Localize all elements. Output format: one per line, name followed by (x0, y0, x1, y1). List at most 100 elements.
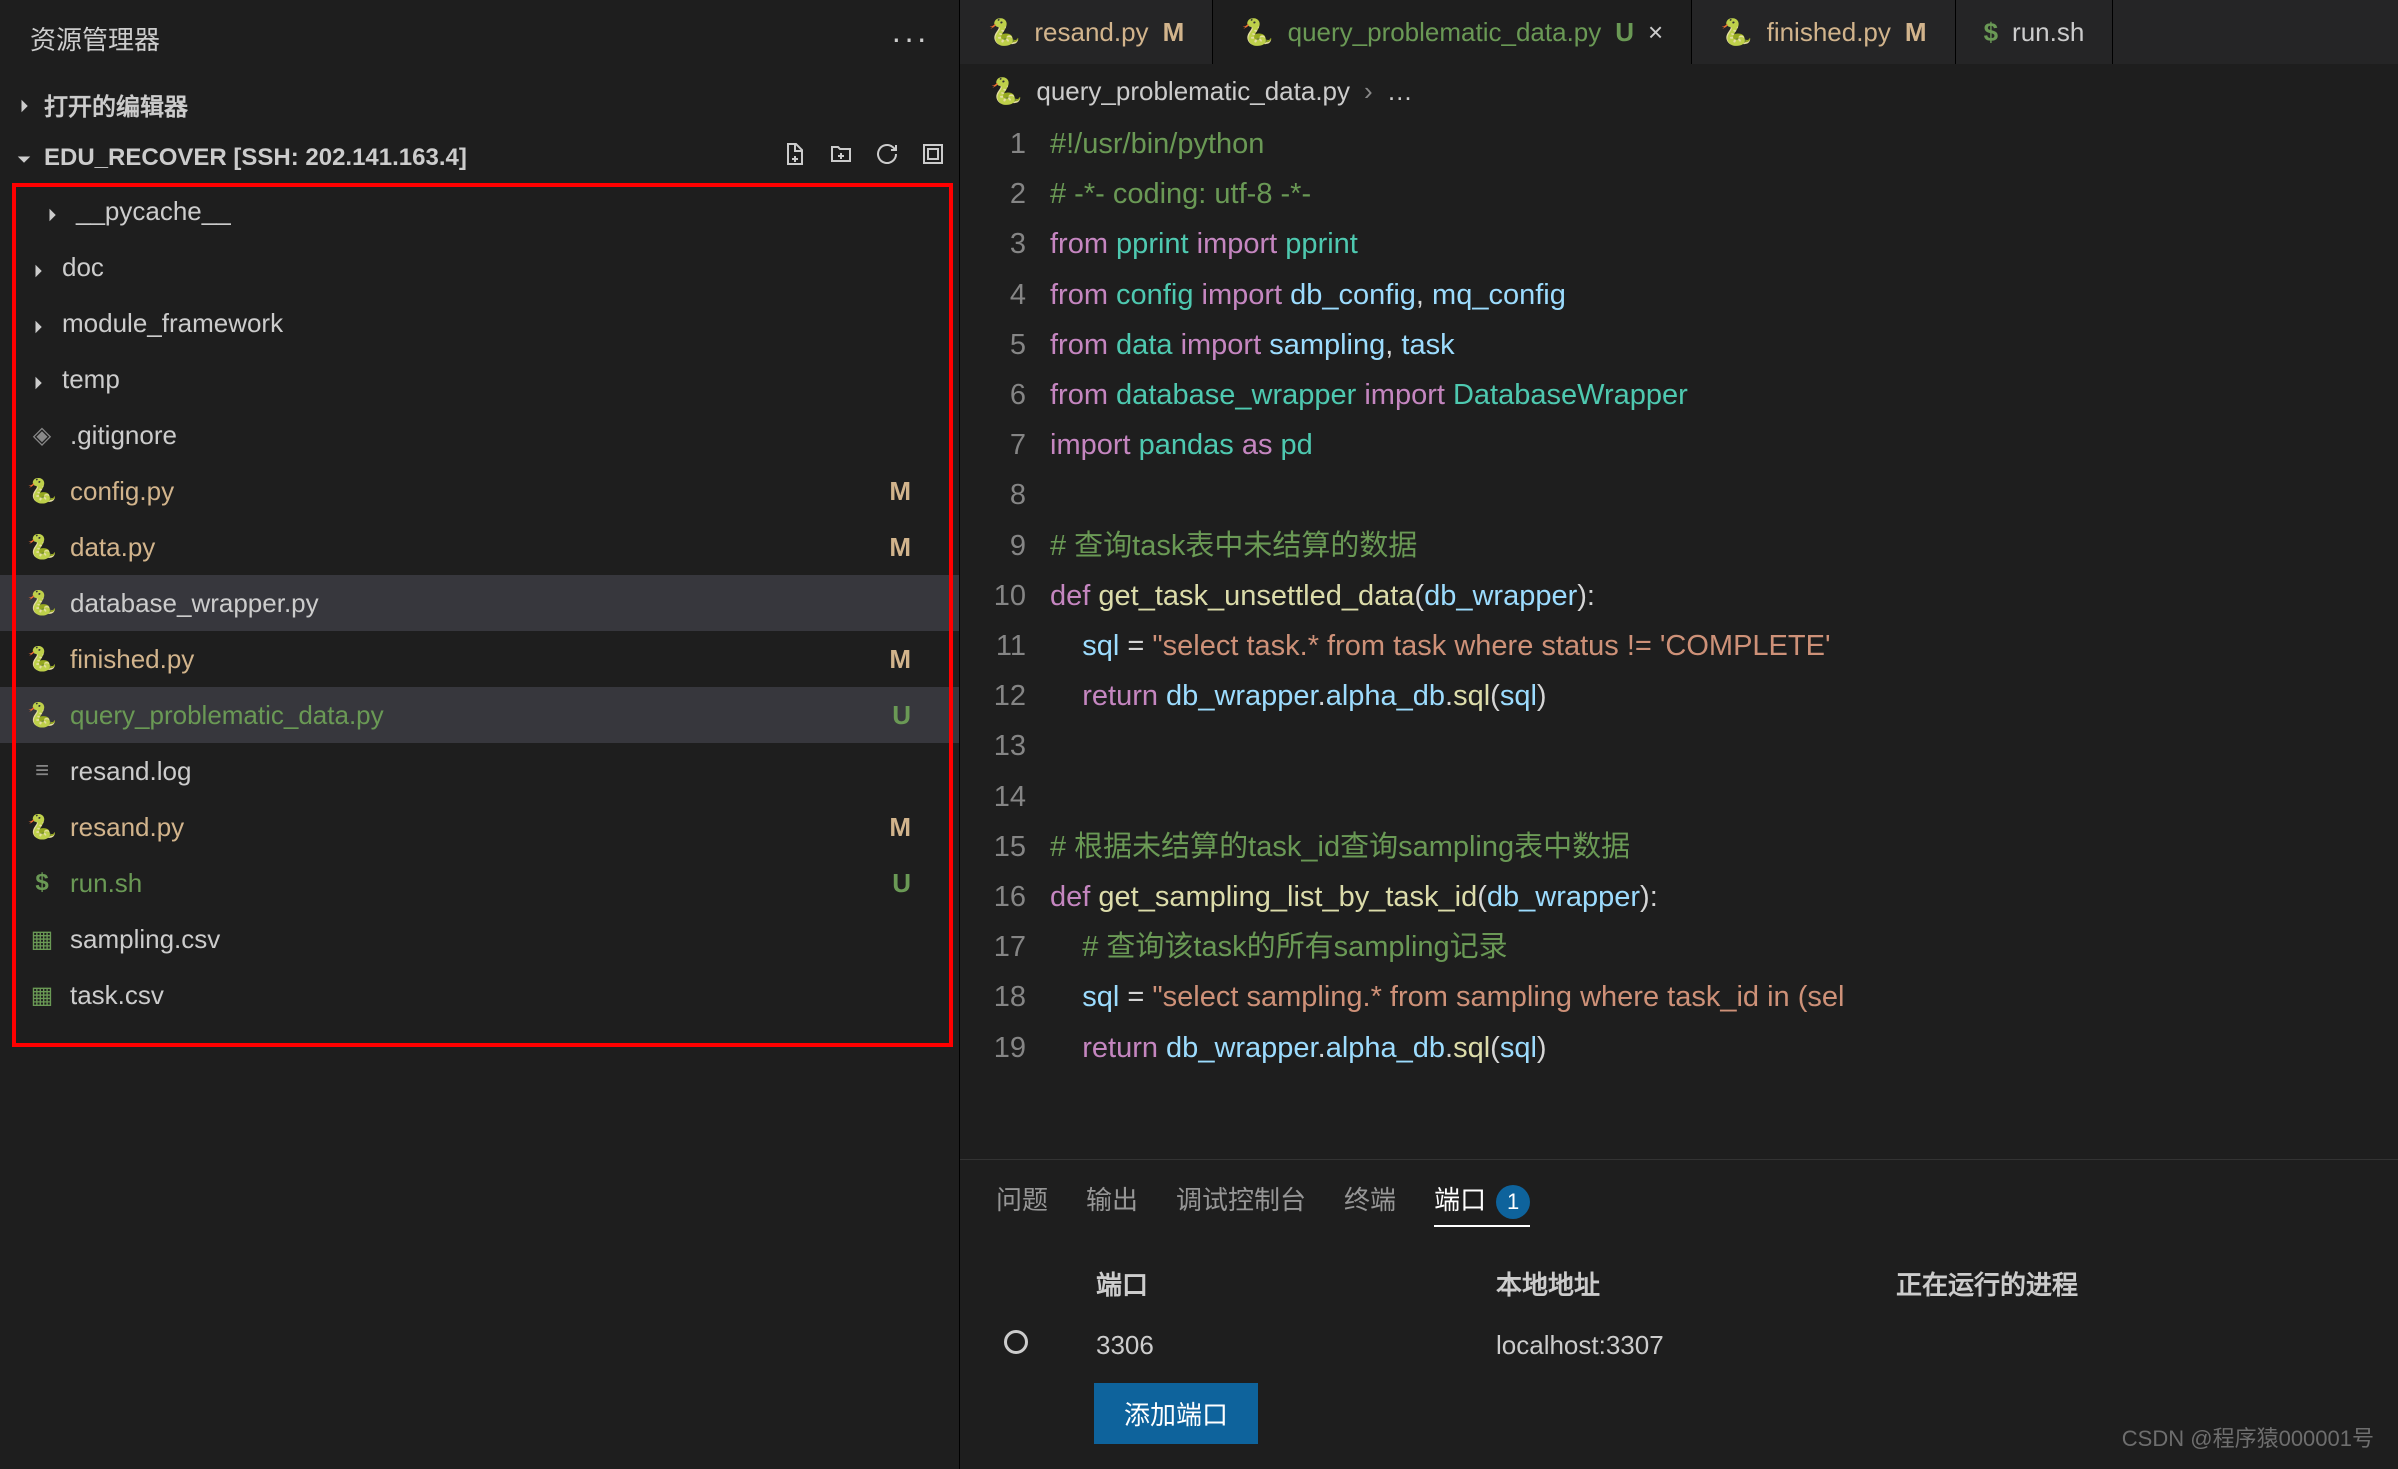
port-header: 端口 (1096, 1265, 1496, 1302)
status-icon (1004, 1330, 1028, 1354)
csv-icon: ▦ (28, 925, 56, 954)
file-name: config.py (70, 476, 174, 507)
chevron-right-icon (28, 369, 48, 389)
workspace-label: EDU_RECOVER [SSH: 202.141.163.4] (44, 144, 467, 172)
file-tree: __pycache__doc module_frameworktemp ◈.giti… (0, 183, 959, 1469)
code-content[interactable]: #!/usr/bin/python# -*- coding: utf-8 -*-… (1050, 119, 2398, 1159)
tab[interactable]: 🐍resand.pyM (960, 0, 1213, 64)
breadcrumb-file: query_problematic_data.py (1036, 76, 1350, 107)
file-item[interactable]: ▦sampling.csv (0, 911, 959, 967)
table-row[interactable]: 3306localhost:3307 (996, 1316, 2362, 1375)
tab-label: finished.py (1767, 17, 1891, 48)
tab-label: resand.py (1034, 17, 1148, 48)
vcs-badge: M (1163, 17, 1185, 48)
panel-tab[interactable]: 问题 (996, 1174, 1048, 1227)
file-item[interactable]: module_framework (0, 295, 959, 351)
file-item[interactable]: ≡ resand.log (0, 743, 959, 799)
open-editors-section[interactable]: 打开的编辑器 (0, 77, 959, 132)
tab-bar: 🐍resand.pyM🐍query_problematic_data.pyU×🐍… (960, 0, 2398, 64)
chevron-right-icon (28, 313, 48, 333)
file-item[interactable]: 🐍resand.pyM (0, 799, 959, 855)
collapse-icon[interactable] (921, 142, 945, 173)
python-icon: 🐍 (28, 533, 56, 562)
vcs-badge: M (889, 532, 931, 563)
tab[interactable]: 🐍finished.pyM (1692, 0, 1955, 64)
shell-icon: $ (1984, 17, 1998, 48)
python-icon: 🐍 (990, 76, 1022, 107)
python-icon: 🐍 (28, 645, 56, 674)
file-name: task.csv (70, 980, 164, 1011)
panel-tab[interactable]: 输出 (1086, 1174, 1138, 1227)
tab[interactable]: $ run.sh (1956, 0, 2114, 64)
panel-tab[interactable]: 端口1 (1434, 1174, 1530, 1227)
port-cell: 3306 (1096, 1330, 1496, 1361)
vcs-badge: U (892, 868, 931, 899)
file-name: finished.py (70, 644, 194, 675)
sidebar: 资源管理器 ··· 打开的编辑器 EDU_RECOVER [SSH: 202.1… (0, 0, 960, 1469)
shell-icon: $ (28, 869, 56, 897)
vcs-badge: M (1905, 17, 1927, 48)
add-port-button[interactable]: 添加端口 (1094, 1383, 1258, 1444)
breadcrumb-ellipsis: … (1387, 76, 1413, 107)
file-name: module_framework (62, 308, 283, 339)
file-name: database_wrapper.py (70, 588, 319, 619)
explorer-title: 资源管理器 (30, 20, 160, 57)
panel-tab[interactable]: 终端 (1344, 1174, 1396, 1227)
file-item[interactable]: temp (0, 351, 959, 407)
vcs-badge: U (892, 700, 931, 731)
file-name: temp (62, 364, 120, 395)
vcs-badge: M (889, 644, 931, 675)
file-name: data.py (70, 532, 155, 563)
file-item[interactable]: __pycache__ (0, 183, 959, 239)
python-icon: 🐍 (28, 701, 56, 730)
python-icon: 🐍 (1241, 17, 1273, 48)
chevron-right-icon (42, 201, 62, 221)
file-name: run.sh (70, 868, 142, 899)
new-file-icon[interactable] (783, 142, 807, 173)
vcs-badge: M (889, 476, 931, 507)
address-header: 本地地址 (1496, 1265, 1896, 1302)
chevron-right-icon (14, 95, 34, 115)
file-item[interactable]: 🐍 query_problematic_data.py U (0, 687, 959, 743)
tab[interactable]: 🐍query_problematic_data.pyU× (1213, 0, 1692, 64)
csv-icon: ▦ (28, 981, 56, 1010)
panel-tab[interactable]: 调试控制台 (1176, 1174, 1306, 1227)
python-icon: 🐍 (28, 813, 56, 842)
more-icon[interactable]: ··· (891, 20, 929, 57)
file-item[interactable]: doc (0, 239, 959, 295)
badge-count: 1 (1496, 1185, 1530, 1219)
file-item[interactable]: 🐍 data.py M (0, 519, 959, 575)
file-name: query_problematic_data.py (70, 700, 384, 731)
tab-label: run.sh (2012, 17, 2084, 48)
git-icon: ◈ (28, 421, 56, 450)
chevron-down-icon (14, 148, 34, 168)
watermark: CSDN @程序猿000001号 (2122, 1421, 2374, 1453)
file-item[interactable]: $ run.sh U (0, 855, 959, 911)
table-header: 端口 本地地址 正在运行的进程 (996, 1251, 2362, 1316)
refresh-icon[interactable] (875, 142, 899, 173)
file-name: __pycache__ (76, 196, 231, 227)
code-editor[interactable]: 12345678910111213141516171819 #!/usr/bin… (960, 119, 2398, 1159)
workspace-toolbar (783, 142, 945, 173)
tab-label: query_problematic_data.py (1288, 17, 1602, 48)
file-name: doc (62, 252, 104, 283)
workspace-section[interactable]: EDU_RECOVER [SSH: 202.141.163.4] (0, 132, 959, 183)
line-gutter: 12345678910111213141516171819 (960, 119, 1050, 1159)
python-icon: 🐍 (28, 477, 56, 506)
file-item[interactable]: ▦ task.csv (0, 967, 959, 1023)
chevron-right-icon: › (1364, 76, 1373, 107)
process-cell (1896, 1330, 2296, 1361)
file-item[interactable]: 🐍 config.py M (0, 463, 959, 519)
close-icon[interactable]: × (1648, 17, 1663, 48)
vcs-badge: M (889, 812, 931, 843)
log-icon: ≡ (28, 757, 56, 785)
explorer-header: 资源管理器 ··· (0, 0, 959, 77)
file-item[interactable]: 🐍database_wrapper.py (0, 575, 959, 631)
file-item[interactable]: ◈.gitignore (0, 407, 959, 463)
editor-area: 🐍resand.pyM🐍query_problematic_data.pyU×🐍… (960, 0, 2398, 1469)
breadcrumb[interactable]: 🐍 query_problematic_data.py › … (960, 64, 2398, 119)
new-folder-icon[interactable] (829, 142, 853, 173)
file-name: resand.log (70, 756, 191, 787)
chevron-right-icon (28, 257, 48, 277)
file-item[interactable]: 🐍 finished.py M (0, 631, 959, 687)
